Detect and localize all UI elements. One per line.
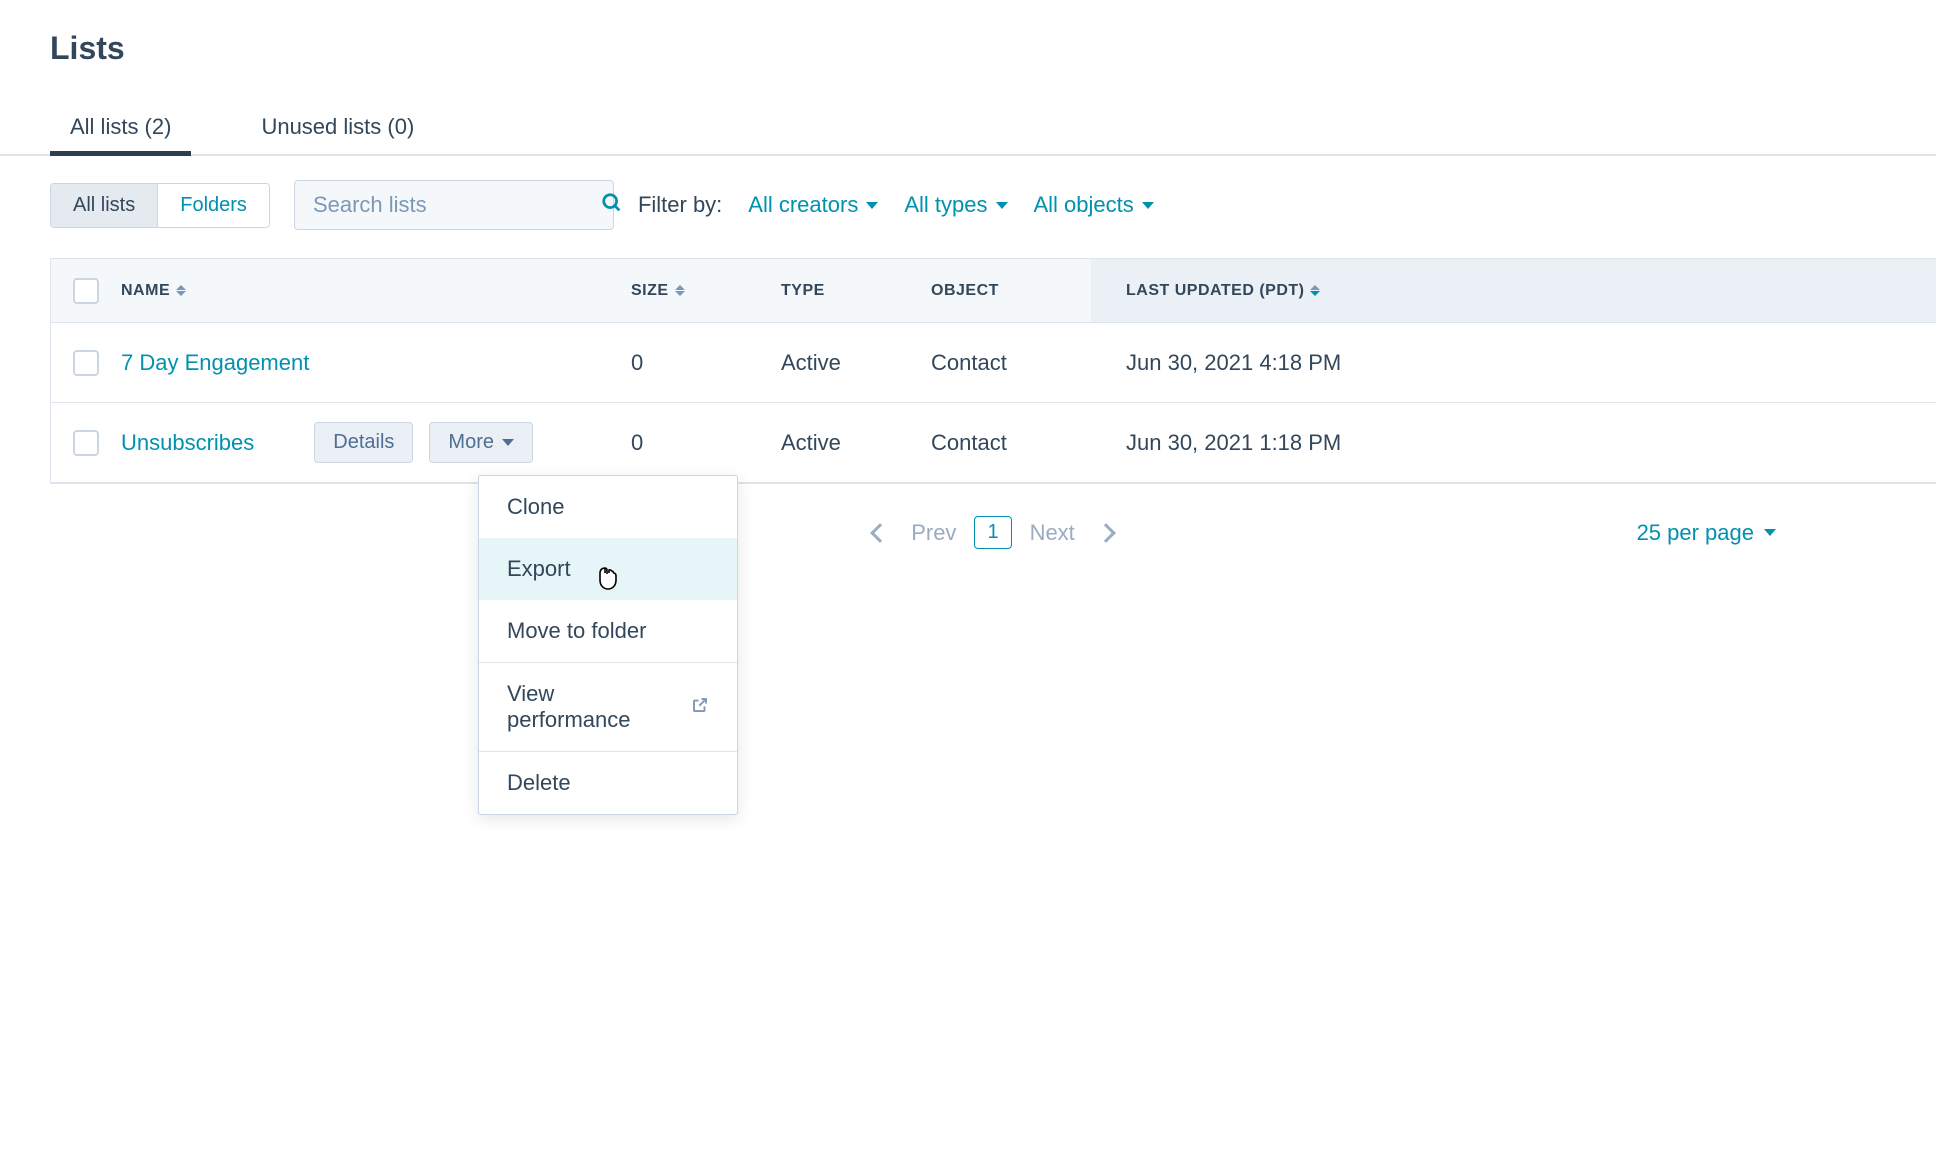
more-dropdown: Clone Export Move to folder View perform… bbox=[478, 475, 738, 815]
more-button[interactable]: More bbox=[429, 422, 533, 463]
row-checkbox[interactable] bbox=[73, 350, 99, 376]
col-type[interactable]: TYPE bbox=[781, 282, 931, 300]
dropdown-view-performance[interactable]: View performance bbox=[479, 663, 737, 751]
view-all-lists-button[interactable]: All lists bbox=[51, 184, 158, 227]
cell-type: Active bbox=[781, 350, 931, 376]
col-size[interactable]: SIZE bbox=[631, 282, 781, 300]
filter-by-label: Filter by: bbox=[638, 192, 722, 218]
list-name-link[interactable]: Unsubscribes bbox=[121, 430, 254, 456]
col-name[interactable]: NAME bbox=[121, 282, 631, 300]
filter-creators[interactable]: All creators bbox=[748, 192, 878, 218]
select-all-checkbox[interactable] bbox=[73, 278, 99, 304]
tabs: All lists (2) Unused lists (0) bbox=[0, 102, 1936, 156]
caret-down-icon bbox=[502, 439, 514, 446]
filter-bar: Filter by: All creators All types All ob… bbox=[638, 192, 1154, 218]
cell-updated: Jun 30, 2021 1:18 PM bbox=[1091, 430, 1936, 456]
dropdown-delete[interactable]: Delete bbox=[479, 752, 737, 814]
chevron-left-icon bbox=[870, 523, 890, 543]
dropdown-move-to-folder[interactable]: Move to folder bbox=[479, 600, 737, 662]
cell-updated: Jun 30, 2021 4:18 PM bbox=[1091, 350, 1936, 376]
caret-down-icon bbox=[866, 202, 878, 209]
pagination: Prev 1 Next 25 per page bbox=[50, 516, 1936, 549]
external-link-icon bbox=[691, 694, 709, 720]
filter-objects[interactable]: All objects bbox=[1034, 192, 1154, 218]
caret-down-icon bbox=[996, 202, 1008, 209]
caret-down-icon bbox=[1142, 202, 1154, 209]
cell-type: Active bbox=[781, 430, 931, 456]
table-header: NAME SIZE TYPE OBJECT LAST UPDATED (PDT) bbox=[51, 259, 1936, 323]
tab-unused-lists[interactable]: Unused lists (0) bbox=[241, 102, 434, 154]
view-toggle: All lists Folders bbox=[50, 183, 270, 228]
cell-size: 0 bbox=[631, 350, 781, 376]
col-object[interactable]: OBJECT bbox=[931, 282, 1091, 300]
list-name-link[interactable]: 7 Day Engagement bbox=[121, 350, 309, 376]
chevron-right-icon bbox=[1096, 523, 1116, 543]
row-checkbox[interactable] bbox=[73, 430, 99, 456]
per-page-select[interactable]: 25 per page bbox=[1637, 520, 1776, 546]
page-title: Lists bbox=[50, 30, 1936, 67]
table-row: Unsubscribes Details More 0 Active Conta… bbox=[51, 403, 1936, 483]
next-button[interactable]: Next bbox=[1030, 520, 1113, 546]
view-folders-button[interactable]: Folders bbox=[158, 184, 269, 227]
table-row: 7 Day Engagement 0 Active Contact Jun 30… bbox=[51, 323, 1936, 403]
search-icon[interactable] bbox=[601, 192, 623, 219]
cell-object: Contact bbox=[931, 430, 1091, 456]
details-button[interactable]: Details bbox=[314, 422, 413, 463]
dropdown-clone[interactable]: Clone bbox=[479, 476, 737, 538]
cell-size: 0 bbox=[631, 430, 781, 456]
caret-down-icon bbox=[1764, 529, 1776, 536]
filter-types[interactable]: All types bbox=[904, 192, 1007, 218]
search-input[interactable] bbox=[313, 192, 601, 218]
prev-button[interactable]: Prev bbox=[873, 520, 956, 546]
col-last-updated[interactable]: LAST UPDATED (PDT) bbox=[1091, 259, 1936, 322]
tab-all-lists[interactable]: All lists (2) bbox=[50, 102, 191, 154]
page-number[interactable]: 1 bbox=[974, 516, 1011, 549]
cell-object: Contact bbox=[931, 350, 1091, 376]
dropdown-export[interactable]: Export bbox=[479, 538, 737, 600]
search-container bbox=[294, 180, 614, 230]
lists-table: NAME SIZE TYPE OBJECT LAST UPDATED (PDT)… bbox=[50, 258, 1936, 484]
